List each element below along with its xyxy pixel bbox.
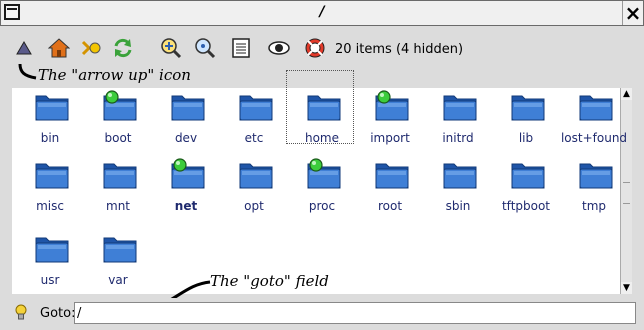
folder-item-mnt[interactable]: mnt	[84, 158, 152, 218]
folder-icon	[579, 163, 613, 189]
folder-item-home[interactable]: home	[288, 90, 356, 150]
folder-icon	[171, 158, 205, 189]
folder-icon	[307, 95, 341, 121]
window-title: /	[319, 4, 325, 20]
folder-item-opt[interactable]: opt	[220, 158, 288, 218]
folder-name: var	[108, 273, 128, 287]
folder-icon	[171, 95, 205, 121]
folder-item-initrd[interactable]: initrd	[424, 90, 492, 150]
folder-icon	[307, 158, 341, 189]
folder-icon	[511, 163, 545, 189]
items-count-status: 20 items (4 hidden)	[335, 42, 464, 57]
folder-name: sbin	[445, 199, 471, 213]
goto-label: Goto:	[40, 306, 76, 321]
folder-name: lib	[518, 131, 534, 145]
folder-icon	[443, 95, 477, 121]
folder-item-bin[interactable]: bin	[16, 90, 84, 150]
folder-item-dev[interactable]: dev	[152, 90, 220, 150]
folder-name: misc	[36, 199, 64, 213]
folder-item-usr[interactable]: usr	[16, 232, 84, 292]
folder-name: proc	[308, 199, 336, 213]
folder-item-var[interactable]: var	[84, 232, 152, 292]
folder-name: boot	[104, 131, 132, 145]
lightbulb-icon	[14, 304, 28, 326]
folder-item-boot[interactable]: boot	[84, 90, 152, 150]
folder-name: opt	[244, 199, 264, 213]
folder-item-etc[interactable]: etc	[220, 90, 288, 150]
home-icon[interactable]	[48, 37, 70, 59]
folder-icon	[579, 95, 613, 121]
scroll-down-icon[interactable]: ▼	[621, 282, 632, 294]
folder-item-tftpboot[interactable]: tftpboot	[492, 158, 560, 218]
details-view-icon[interactable]	[230, 37, 252, 59]
toolbar: 20 items (4 hidden)	[0, 26, 644, 66]
bookmarks-icon[interactable]	[80, 37, 102, 59]
folder-icon	[103, 163, 137, 189]
close-button[interactable]: ×	[622, 1, 643, 25]
folder-name: lost+found	[560, 131, 628, 145]
folder-item-lost-found[interactable]: lost+found	[560, 90, 628, 150]
folder-name: bin	[40, 131, 60, 145]
folder-item-net[interactable]: net	[152, 158, 220, 218]
folder-item-misc[interactable]: misc	[16, 158, 84, 218]
folder-item-lib[interactable]: lib	[492, 90, 560, 150]
folder-name: etc	[244, 131, 264, 145]
filer-window: / × 20 items (4 hidden) The "arrow up" i…	[0, 0, 644, 330]
title-bar: / ×	[0, 0, 644, 26]
folder-item-import[interactable]: import	[356, 90, 424, 150]
show-hidden-icon[interactable]	[268, 37, 290, 59]
folder-icon	[375, 90, 409, 121]
folder-icon	[103, 237, 137, 263]
folder-item-root[interactable]: root	[356, 158, 424, 218]
folder-icon	[375, 163, 409, 189]
folder-icon	[239, 95, 273, 121]
annotation-arrow-up-label: The "arrow up" icon	[38, 66, 191, 84]
folder-icon	[35, 95, 69, 121]
folder-name: tftpboot	[501, 199, 551, 213]
goto-field[interactable]	[74, 302, 636, 324]
zoom-in-icon[interactable]	[160, 37, 182, 59]
folder-item-sbin[interactable]: sbin	[424, 158, 492, 218]
help-icon[interactable]	[304, 37, 326, 59]
goto-bar: Goto:	[0, 298, 644, 330]
folder-icon	[239, 163, 273, 189]
zoom-out-icon[interactable]	[194, 37, 216, 59]
annotation-goto-label: The "goto" field	[210, 272, 329, 290]
folder-icon	[511, 95, 545, 121]
folder-name: import	[370, 131, 410, 145]
folder-name: root	[377, 199, 403, 213]
folder-item-proc[interactable]: proc	[288, 158, 356, 218]
folder-name: usr	[40, 273, 60, 287]
arrow-up-icon[interactable]	[13, 37, 35, 59]
folder-name: tmp	[581, 199, 606, 213]
folder-icon	[35, 237, 69, 263]
folder-name: initrd	[442, 131, 474, 145]
folder-item-tmp[interactable]: tmp	[560, 158, 628, 218]
folder-icon	[103, 90, 137, 121]
folder-name: home	[304, 131, 340, 145]
folder-name: net	[174, 199, 198, 213]
folder-name: mnt	[106, 199, 130, 213]
folder-name: dev	[174, 131, 198, 145]
folder-icon	[35, 163, 69, 189]
folder-icon	[443, 163, 477, 189]
refresh-icon[interactable]	[112, 37, 134, 59]
